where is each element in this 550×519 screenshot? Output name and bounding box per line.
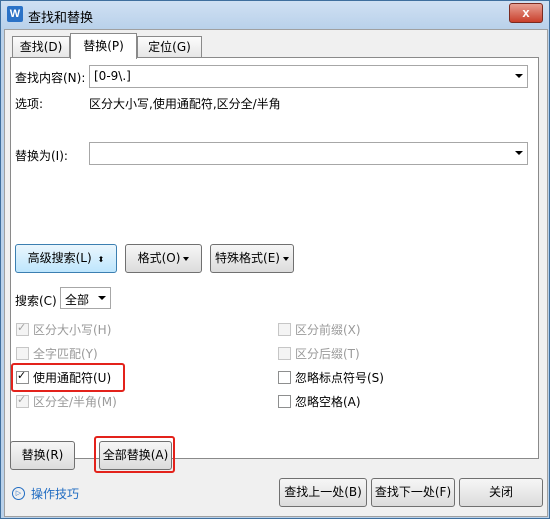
chevron-down-icon[interactable] [98, 296, 106, 300]
search-direction-select[interactable]: 全部 [60, 287, 111, 309]
dropdown-arrow-icon [282, 256, 289, 261]
match-width-checkbox[interactable]: ✓ [16, 393, 29, 408]
title-bar[interactable]: W 查找和替换 x [1, 1, 549, 29]
dialog-window: W 查找和替换 x 查找(D) 替换(P) 定位(G) 查找内容(N): [0-… [0, 0, 550, 519]
check-mark-icon: ✓ [17, 321, 27, 334]
find-what-value: [0-9\.] [94, 69, 131, 83]
find-next-button[interactable]: 查找下一处(F) [371, 478, 455, 507]
chevron-down-icon[interactable] [515, 151, 523, 155]
whole-word-label: 全字匹配(Y) [33, 347, 98, 361]
match-prefix-label: 区分前缀(X) [295, 323, 361, 337]
search-direction-label: 搜索(C) [15, 294, 57, 308]
ignore-spaces-label: 忽略空格(A) [295, 395, 361, 409]
play-help-icon[interactable]: ▷ [12, 487, 25, 500]
wildcards-highlight-box [11, 363, 125, 392]
options-label: 选项: [15, 97, 44, 111]
close-window-button[interactable]: x [509, 3, 543, 23]
dialog-body: 查找(D) 替换(P) 定位(G) 查找内容(N): [0-9\.] 选项: 区… [4, 29, 548, 517]
match-prefix-checkbox[interactable] [278, 323, 291, 336]
whole-word-checkbox[interactable] [16, 347, 29, 360]
advanced-search-button[interactable]: 高级搜索(L) ⬍ [15, 244, 117, 273]
collapse-arrows-icon: ⬍ [97, 255, 105, 264]
find-what-combo[interactable]: [0-9\.] [89, 65, 528, 88]
match-case-label: 区分大小写(H) [33, 323, 112, 337]
search-direction-value: 全部 [65, 293, 90, 307]
match-case-checkbox[interactable]: ✓ [16, 321, 29, 336]
find-previous-button[interactable]: 查找上一处(B) [279, 478, 367, 507]
check-mark-icon: ✓ [17, 393, 27, 406]
replace-all-highlight-box [94, 436, 175, 473]
options-value: 区分大小写,使用通配符,区分全/半角 [89, 97, 281, 111]
replace-button[interactable]: 替换(R) [10, 441, 75, 470]
close-button[interactable]: 关闭 [459, 478, 543, 507]
tab-replace[interactable]: 替换(P) [70, 33, 137, 59]
dropdown-arrow-icon [183, 256, 190, 261]
find-what-label: 查找内容(N): [15, 71, 86, 85]
match-suffix-label: 区分后缀(T) [295, 347, 360, 361]
wps-writer-icon: W [7, 6, 23, 22]
ignore-punctuation-checkbox[interactable] [278, 371, 291, 384]
tab-find[interactable]: 查找(D) [12, 36, 70, 58]
match-width-label: 区分全/半角(M) [33, 395, 117, 409]
ignore-spaces-checkbox[interactable] [278, 395, 291, 408]
special-format-button[interactable]: 特殊格式(E) [210, 244, 294, 273]
dialog-title: 查找和替换 [28, 11, 94, 26]
tab-goto[interactable]: 定位(G) [137, 36, 202, 58]
ignore-punctuation-label: 忽略标点符号(S) [295, 371, 384, 385]
chevron-down-icon[interactable] [515, 74, 523, 78]
format-button[interactable]: 格式(O) [125, 244, 202, 273]
replace-panel: 查找内容(N): [0-9\.] 选项: 区分大小写,使用通配符,区分全/半角 … [10, 57, 539, 459]
match-suffix-checkbox[interactable] [278, 347, 291, 360]
replace-with-label: 替换为(I): [15, 149, 68, 163]
tips-link[interactable]: 操作技巧 [31, 485, 79, 502]
replace-with-combo[interactable] [89, 142, 528, 165]
